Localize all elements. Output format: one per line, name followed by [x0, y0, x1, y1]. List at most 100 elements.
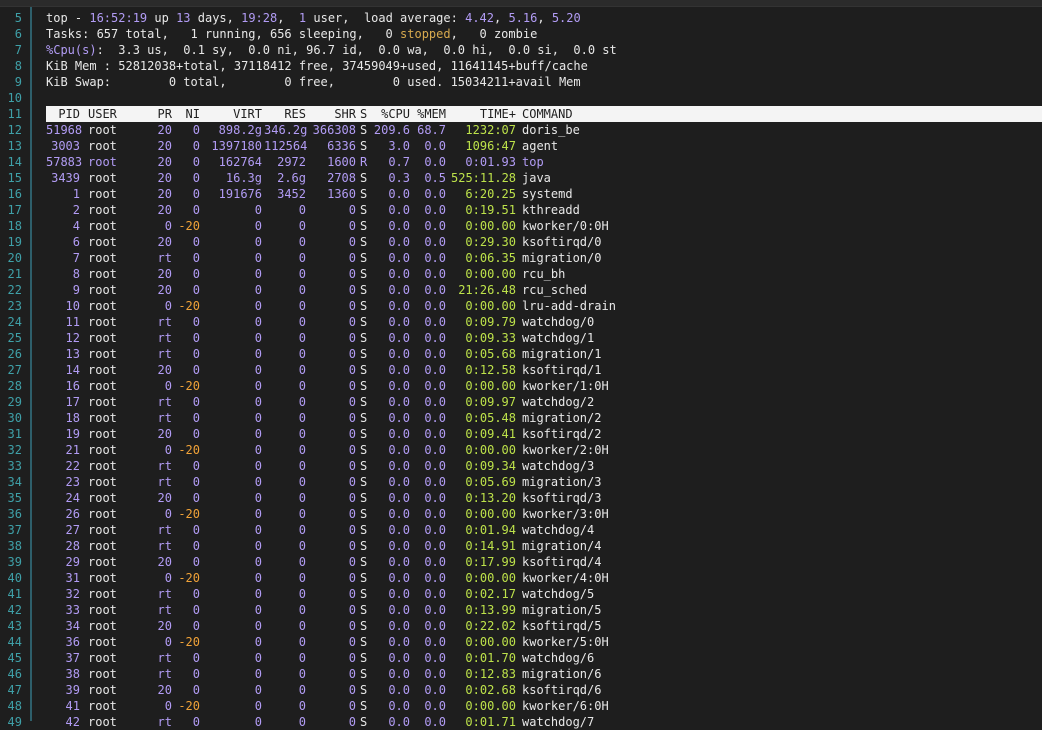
cell-cmd: doris_be — [522, 123, 580, 137]
line-number: 8 — [14, 59, 22, 73]
cell-s: S — [360, 139, 368, 153]
cell-ni: 0 — [192, 603, 200, 617]
cell-cmd: watchdog/5 — [522, 587, 595, 601]
summary-segment: : 3.3 us, 0.1 sy, 0.0 ni, 96.7 id, 0.0 w… — [96, 43, 617, 57]
cell-time: 0:00.00 — [465, 379, 516, 393]
line-number: 17 — [7, 203, 22, 217]
cell-mem: 0.0 — [424, 267, 446, 281]
cell-time: 21:26.48 — [458, 283, 516, 297]
cell-res: 0 — [298, 683, 306, 697]
process-row: 13 3003 root 20 0 1397180 112564 6336 S 3.0 0.0 109… — [0, 138, 1042, 154]
cell-cpu: 0.0 — [388, 187, 410, 201]
cell-time: 0:05.68 — [465, 347, 516, 361]
cell-cmd: java — [522, 171, 551, 185]
cell-user: root — [88, 603, 117, 617]
cell-res: 0 — [298, 635, 306, 649]
process-row: 33 22 root rt 0 0 0 0 S 0.0 0.0 0:09.34 watchdog/3 — [0, 458, 1042, 474]
cell-time: 0:09.34 — [465, 459, 516, 473]
cell-ni: 0 — [192, 251, 200, 265]
cell-res: 112564 — [264, 139, 308, 153]
summary-line: 8 KiB Mem : 52812038+total, 37118412 free… — [0, 58, 1042, 74]
cell-s: S — [360, 491, 368, 505]
cell-ni: 0 — [192, 235, 200, 249]
cell-pid: 42 — [65, 715, 80, 729]
cell-shr: 0 — [348, 203, 356, 217]
cell-shr: 0 — [348, 331, 356, 345]
process-row: 49 42 root rt 0 0 0 0 S 0.0 0.0 0:01.71 watchdog/7 — [0, 714, 1042, 730]
cell-pr: 20 — [157, 171, 172, 185]
cell-s: S — [360, 267, 368, 281]
cell-user: root — [88, 651, 117, 665]
process-row: 45 37 root rt 0 0 0 0 S 0.0 0.0 0:01.70 watchdog/6 — [0, 650, 1042, 666]
cell-res: 0 — [298, 251, 306, 265]
line-number: 34 — [7, 475, 22, 489]
cell-shr: 0 — [348, 235, 356, 249]
cell-user: root — [88, 715, 117, 729]
cell-virt: 0 — [254, 443, 262, 457]
cell-time: 0:12.58 — [465, 363, 516, 377]
line-number: 46 — [7, 667, 22, 681]
cell-cmd: ksoftirqd/4 — [522, 555, 602, 569]
cell-pid: 19 — [65, 427, 80, 441]
cell-user: root — [88, 267, 117, 281]
cell-mem: 0.0 — [424, 491, 446, 505]
cell-shr: 0 — [348, 555, 356, 569]
cell-cmd: kthreadd — [522, 203, 580, 217]
summary-text: top - 16:52:19 up 13 days, 19:28, 1 user… — [46, 10, 581, 26]
line-number: 11 — [7, 107, 22, 121]
cell-cmd: kworker/6:0H — [522, 699, 609, 713]
cell-mem: 0.0 — [424, 155, 446, 169]
cell-virt: 0 — [254, 283, 262, 297]
cell-user: root — [88, 443, 117, 457]
cell-virt: 0 — [254, 651, 262, 665]
cell-pr: rt — [157, 331, 172, 345]
cell-pr: rt — [157, 523, 172, 537]
cell-pid: 28 — [65, 539, 80, 553]
cell-cpu: 0.0 — [388, 603, 410, 617]
cell-virt: 0 — [254, 635, 262, 649]
cell-ni: -20 — [178, 299, 200, 313]
cell-time: 0:09.41 — [465, 427, 516, 441]
process-row: 23 10 root 0 -20 0 0 0 S 0.0 0.0 0:00.00 lru-add-dra… — [0, 298, 1042, 314]
cell-mem: 0.0 — [424, 187, 446, 201]
cell-cmd: ksoftirqd/5 — [522, 619, 602, 633]
line-number: 10 — [7, 91, 22, 105]
cell-res: 0 — [298, 475, 306, 489]
cell-cmd: ksoftirqd/2 — [522, 427, 602, 441]
cell-s: S — [360, 123, 368, 137]
process-row: 47 39 root 20 0 0 0 0 S 0.0 0.0 0:02.68 ksoftirqd/6 — [0, 682, 1042, 698]
cell-pr: 20 — [157, 203, 172, 217]
cell-cpu: 0.0 — [388, 251, 410, 265]
cell-virt: 0 — [254, 219, 262, 233]
cell-ni: -20 — [178, 443, 200, 457]
process-row: 30 18 root rt 0 0 0 0 S 0.0 0.0 0:05.48 migration/2 — [0, 410, 1042, 426]
cell-pr: rt — [157, 411, 172, 425]
cell-cpu: 0.0 — [388, 635, 410, 649]
cell-mem: 0.0 — [424, 635, 446, 649]
cell-s: S — [360, 443, 368, 457]
cell-cmd: migration/1 — [522, 347, 602, 361]
cell-mem: 0.0 — [424, 395, 446, 409]
cell-s: S — [360, 427, 368, 441]
cell-virt: 0 — [254, 331, 262, 345]
line-number: 9 — [14, 75, 22, 89]
cell-pr: rt — [157, 315, 172, 329]
cell-shr: 1360 — [327, 187, 356, 201]
cell-time: 0:17.99 — [465, 555, 516, 569]
cell-ni: 0 — [192, 187, 200, 201]
cell-ni: 0 — [192, 123, 200, 137]
cell-s: S — [360, 507, 368, 521]
cell-virt: 0 — [254, 587, 262, 601]
cell-cmd: systemd — [522, 187, 573, 201]
summary-text: %Cpu(s): 3.3 us, 0.1 sy, 0.0 ni, 96.7 id… — [46, 42, 617, 58]
cell-time: 0:00.00 — [465, 443, 516, 457]
cell-pr: 20 — [157, 683, 172, 697]
cell-shr: 0 — [348, 571, 356, 585]
cell-shr: 0 — [348, 683, 356, 697]
cell-user: root — [88, 507, 117, 521]
cell-res: 0 — [298, 603, 306, 617]
cell-s: S — [360, 171, 368, 185]
cell-pid: 17 — [65, 395, 80, 409]
cell-virt: 0 — [254, 363, 262, 377]
summary-segment: KiB Swap: 0 total, 0 free, 0 used. 15034… — [46, 75, 581, 89]
